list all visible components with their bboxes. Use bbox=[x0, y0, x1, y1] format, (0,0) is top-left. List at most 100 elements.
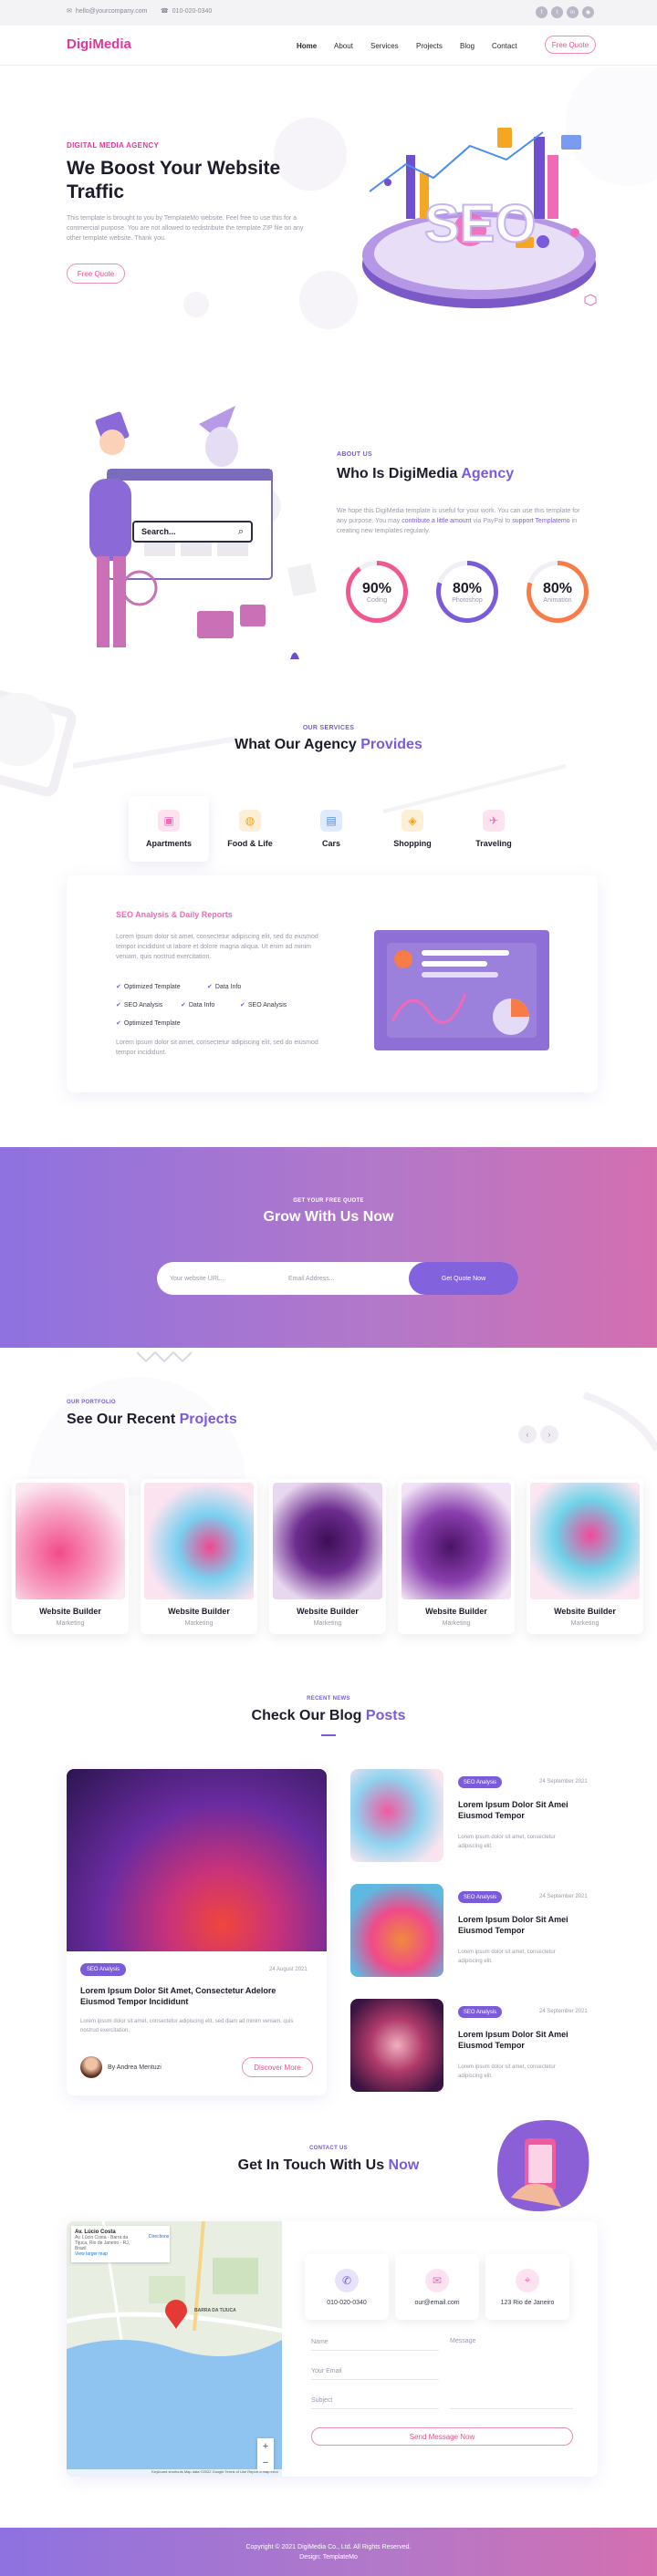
services-panel-text1: Lorem ipsum dolor sit amet, consectetur … bbox=[116, 934, 318, 960]
google-map[interactable]: Av. Lúcio Costa Av. Lúcio Costa - Barra … bbox=[67, 2221, 282, 2477]
check-item: ✔ SEO Analysis bbox=[116, 1001, 163, 1009]
blog-post-badge[interactable]: SEO Analysis bbox=[458, 2006, 502, 2018]
top-bar: ✉ hello@yourcompany.com ☎ 010-020-0340 f… bbox=[0, 0, 657, 26]
tab-apartments[interactable]: ▣ Apartments bbox=[129, 796, 209, 862]
portfolio-next-button[interactable]: › bbox=[540, 1425, 558, 1443]
message-field[interactable]: Message bbox=[450, 2334, 573, 2409]
tab-traveling[interactable]: ✈ Traveling bbox=[454, 796, 534, 862]
blog-post-text: Lorem ipsum dolor sit amet, consectetur … bbox=[458, 2064, 556, 2079]
phone-icon: ✆ bbox=[335, 2268, 359, 2292]
twitter-icon[interactable]: t bbox=[551, 6, 563, 18]
linkedin-icon[interactable]: in bbox=[567, 6, 579, 18]
topbar-email[interactable]: ✉ hello@yourcompany.com bbox=[67, 7, 147, 16]
site-footer bbox=[0, 2528, 657, 2576]
building-icon: ▣ bbox=[158, 810, 180, 832]
map-area-label: BARRA DA TIJUCA bbox=[194, 2308, 236, 2313]
tab-food-life[interactable]: ◍ Food & Life bbox=[210, 796, 290, 862]
featured-post-author: By Andrea Mentuzi bbox=[108, 2064, 162, 2071]
tab-cars[interactable]: ▤ Cars bbox=[291, 796, 371, 862]
blog-post-badge[interactable]: SEO Analysis bbox=[458, 1891, 502, 1903]
check-item: ✔ Optimized Template bbox=[116, 983, 181, 991]
blog-post-title[interactable]: Lorem Ipsum Dolor Sit Amei Eiusmod Tempo… bbox=[458, 1914, 586, 1936]
search-icon: ⌕ bbox=[237, 525, 244, 537]
portfolio-card[interactable]: Website Builder Marketing bbox=[269, 1479, 386, 1634]
check-icon: ✔ bbox=[116, 1020, 121, 1027]
portfolio-card[interactable]: Website Builder Marketing bbox=[527, 1479, 643, 1634]
name-field[interactable]: Name bbox=[311, 2334, 439, 2351]
services-panel-title: SEO Analysis & Daily Reports bbox=[116, 910, 233, 919]
nav-home[interactable]: Home bbox=[297, 42, 317, 50]
blog-post-title[interactable]: Lorem Ipsum Dolor Sit Amei Eiusmod Tempo… bbox=[458, 2029, 586, 2051]
blog-eyebrow: RECENT NEWS bbox=[307, 1696, 350, 1702]
blog-post-badge[interactable]: SEO Analysis bbox=[458, 1776, 502, 1788]
contact-location[interactable]: ⌖ 123 Rio de Janeiro bbox=[485, 2254, 569, 2320]
featured-post-badge[interactable]: SEO Analysis bbox=[80, 1963, 126, 1976]
location-icon: ⌖ bbox=[516, 2268, 539, 2292]
car-icon: ▤ bbox=[320, 810, 342, 832]
map-info-box: Av. Lúcio Costa Av. Lúcio Costa - Barra … bbox=[71, 2226, 170, 2262]
blog-post-image[interactable] bbox=[350, 1999, 443, 2092]
seo-illustration: SEO bbox=[362, 128, 596, 308]
zoom-in-button[interactable]: + bbox=[263, 2441, 268, 2452]
nav-about[interactable]: About bbox=[334, 42, 353, 50]
about-link-support[interactable]: support Templatemo bbox=[512, 518, 569, 524]
featured-post-date: 24 August 2021 bbox=[269, 1967, 308, 1972]
featured-post-title[interactable]: Lorem Ipsum Dolor Sit Amet, Consectetur … bbox=[80, 1985, 308, 2007]
contact-email[interactable]: ✉ our@email.com bbox=[395, 2254, 479, 2320]
chevron-left-icon: ‹ bbox=[526, 1430, 529, 1439]
zoom-out-button[interactable]: − bbox=[263, 2457, 268, 2468]
about-text: We hope this DigiMedia template is usefu… bbox=[337, 508, 580, 534]
nav-services[interactable]: Services bbox=[370, 42, 399, 50]
email-field[interactable]: Your Email bbox=[311, 2364, 439, 2380]
blog-post-image[interactable] bbox=[350, 1769, 443, 1862]
get-quote-button[interactable]: Get Quote Now bbox=[409, 1262, 518, 1295]
rss-icon[interactable]: ◉ bbox=[582, 6, 594, 18]
view-larger-map-link[interactable]: View larger map bbox=[75, 2251, 166, 2257]
avatar bbox=[80, 2056, 102, 2078]
portfolio-image bbox=[273, 1483, 382, 1599]
tab-shopping[interactable]: ◈ Shopping bbox=[372, 796, 453, 862]
portfolio-card[interactable]: Website Builder Marketing bbox=[398, 1479, 515, 1634]
check-icon: ✔ bbox=[207, 984, 213, 990]
header-free-quote-button[interactable]: Free Quote bbox=[545, 36, 596, 54]
shopping-icon: ◈ bbox=[402, 810, 423, 832]
about-title: Who Is DigiMedia Agency bbox=[337, 466, 515, 481]
blog-post-date: 24 September 2021 bbox=[539, 1779, 588, 1785]
contact-phone[interactable]: ✆ 010-020-0340 bbox=[305, 2254, 389, 2320]
stat-ring-photoshop: 80% Photoshop bbox=[436, 561, 498, 623]
subject-field[interactable]: Subject bbox=[311, 2393, 439, 2409]
zigzag-decoration bbox=[137, 1350, 193, 1363]
hero-text: This template is brought to you by Templ… bbox=[67, 215, 304, 242]
blog-title: Check Our Blog Posts bbox=[251, 1708, 406, 1723]
logo[interactable]: DigiMedia bbox=[67, 36, 131, 52]
blog-post-title[interactable]: Lorem Ipsum Dolor Sit Amei Eiusmod Tempo… bbox=[458, 1799, 586, 1821]
nav-projects[interactable]: Projects bbox=[416, 42, 443, 50]
send-message-button[interactable]: Send Message Now bbox=[311, 2427, 573, 2446]
check-item: ✔ Data Info bbox=[207, 983, 242, 991]
hero-title-line2: Traffic bbox=[67, 181, 125, 202]
services-title: What Our Agency Provides bbox=[235, 737, 422, 752]
facebook-icon[interactable]: f bbox=[536, 6, 548, 18]
portfolio-background-shapes bbox=[27, 1377, 657, 1495]
check-item: ✔ Data Info bbox=[181, 1001, 215, 1009]
email-address-input[interactable]: Email Address... bbox=[288, 1276, 335, 1282]
quote-banner bbox=[0, 1147, 657, 1348]
topbar-phone[interactable]: ☎ 010-020-0340 bbox=[161, 7, 212, 16]
portfolio-card[interactable]: Website Builder Marketing bbox=[12, 1479, 129, 1634]
footer-design-credit[interactable]: Design: TemplateMo bbox=[0, 2554, 657, 2560]
featured-post-image[interactable] bbox=[67, 1769, 327, 1951]
nav-contact[interactable]: Contact bbox=[492, 42, 517, 50]
portfolio-prev-button[interactable]: ‹ bbox=[518, 1425, 537, 1443]
services-panel-text2: Lorem ipsum dolor sit amet, consectetur … bbox=[116, 1040, 318, 1056]
portfolio-card[interactable]: Website Builder Marketing bbox=[141, 1479, 257, 1634]
map-directions-link[interactable]: Directions bbox=[149, 2234, 169, 2240]
discover-more-button[interactable]: Discover More bbox=[242, 2057, 313, 2077]
footer-copyright: Copyright © 2021 DigiMedia Co., Ltd. All… bbox=[245, 2544, 412, 2550]
website-url-input[interactable]: Your website URL... bbox=[170, 1276, 226, 1282]
blog-post-image[interactable] bbox=[350, 1884, 443, 1977]
hero-free-quote-button[interactable]: Free Quote bbox=[67, 264, 125, 284]
check-item: ✔ SEO Analysis bbox=[240, 1001, 287, 1009]
about-link-contribute[interactable]: contribute a little amount bbox=[402, 518, 471, 524]
nav-blog[interactable]: Blog bbox=[460, 42, 474, 50]
portfolio-title: See Our Recent Projects bbox=[67, 1412, 237, 1427]
